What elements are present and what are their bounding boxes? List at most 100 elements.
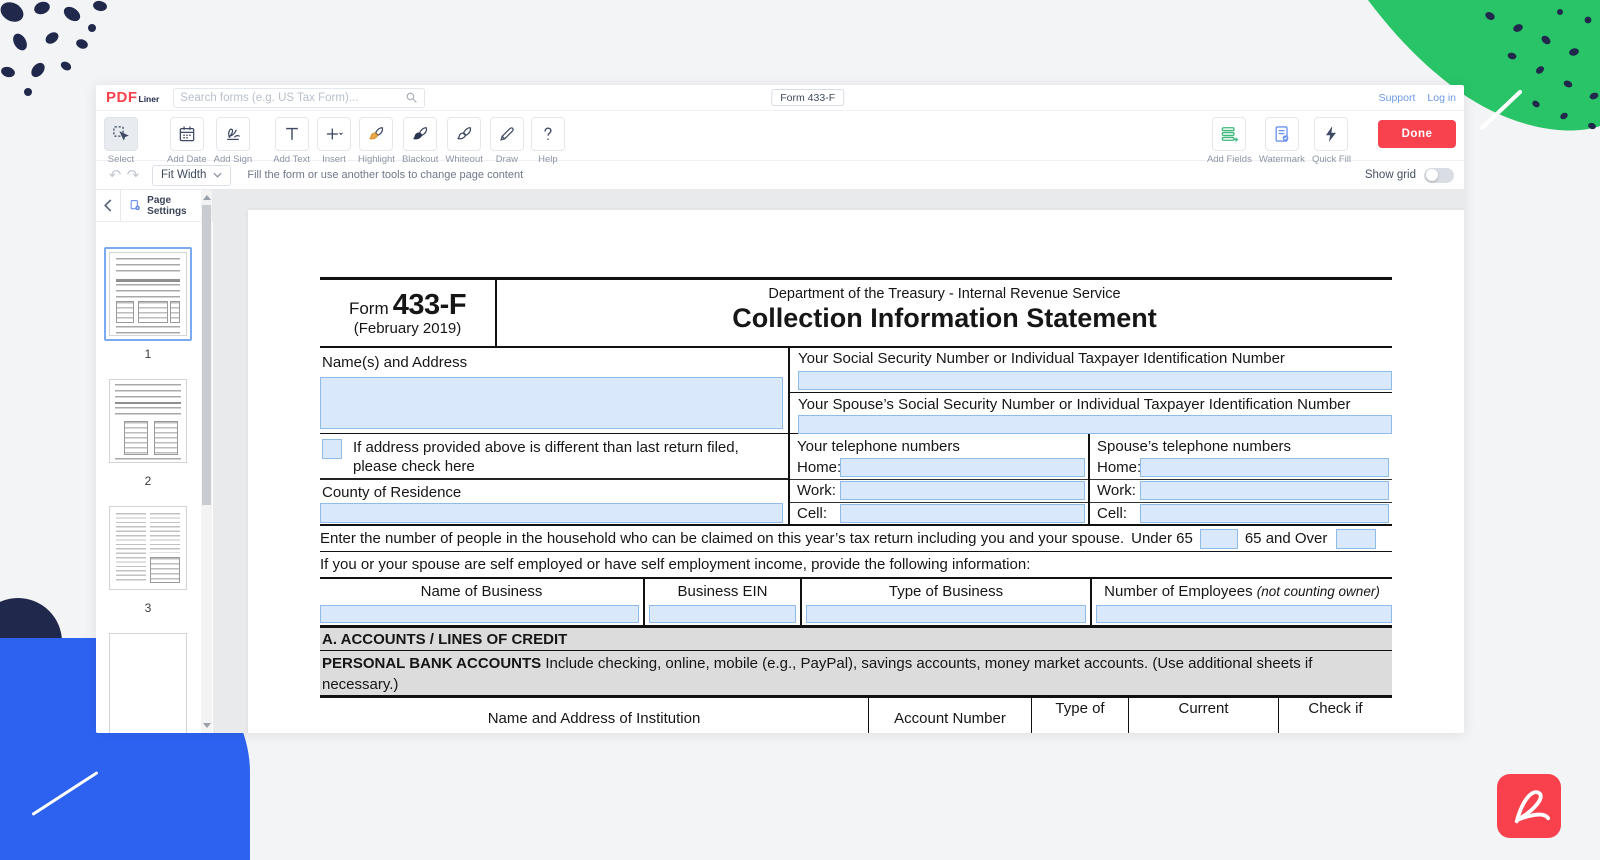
business-type-field[interactable] [806, 605, 1086, 623]
bank-table-header-row: Name and Address of Institution Account … [320, 698, 1392, 733]
your-cell-phone-field[interactable] [840, 504, 1085, 523]
chevron-left-icon [104, 199, 112, 212]
institution-header: Name and Address of Institution [320, 698, 868, 733]
page-thumbnail-1[interactable]: 1 [103, 247, 193, 374]
text-icon [282, 124, 302, 144]
form-433f: Form 433-F (February 2019) Department of… [320, 277, 1392, 733]
address-phones-row: If address provided above is different t… [320, 434, 1392, 526]
draw-button[interactable]: Draw [490, 117, 524, 165]
document-page: Form 433-F (February 2019) Department of… [248, 210, 1464, 733]
toolbar-right-group: Add Fields Watermark Quick Fill Done [1207, 117, 1456, 165]
under-65-field[interactable] [1200, 529, 1238, 549]
sub-toolbar: ↶ ↷ Fit Width Fill the form or use anoth… [96, 161, 1464, 190]
zoom-select[interactable]: Fit Width [152, 165, 231, 186]
watermark-icon [1272, 124, 1292, 144]
pdfliner-app-window: PDF Liner Form 433-F Support Log in Sele… [96, 85, 1464, 733]
county-field[interactable] [320, 503, 783, 523]
document-viewport: Form 433-F (February 2019) Department of… [213, 190, 1464, 733]
highlight-button[interactable]: Highlight [358, 117, 395, 165]
spouse-cell-phone-field[interactable] [1140, 504, 1389, 523]
content-area: Page Settings 1 [96, 190, 1464, 733]
panel-scrollbar[interactable] [201, 190, 212, 733]
personal-bank-accounts-note: PERSONAL BANK ACCOUNTS Include checking,… [320, 651, 1392, 698]
screen: PDF Liner Form 433-F Support Log in Sele… [0, 0, 1600, 860]
household-text: Enter the number of people in the househ… [320, 530, 1124, 547]
page-thumbnail-4[interactable] [103, 628, 193, 733]
watermark-button[interactable]: Watermark [1259, 117, 1305, 165]
business-table-fields [320, 604, 1392, 628]
business-type-header: Type of Business [800, 579, 1090, 604]
editor-hint-text: Fill the form or use another tools to ch… [247, 169, 523, 181]
logo-liner: Liner [139, 94, 160, 104]
search-icon[interactable] [405, 91, 418, 104]
zoom-value: Fit Width [161, 169, 206, 181]
page-number-3: 3 [145, 601, 152, 615]
department-line: Department of the Treasury - Internal Re… [497, 286, 1392, 302]
support-link[interactable]: Support [1379, 92, 1416, 104]
add-text-button[interactable]: Add Text [273, 117, 310, 165]
business-name-field[interactable] [320, 605, 639, 623]
undo-icon[interactable]: ↶ [106, 168, 124, 183]
toggle-knob [1426, 169, 1438, 181]
employees-field[interactable] [1096, 605, 1392, 623]
ssn-field[interactable] [798, 371, 1392, 390]
select-tool-button[interactable]: Select [104, 117, 138, 165]
spouse-home-phone-field[interactable] [1140, 458, 1389, 477]
business-name-header: Name of Business [320, 579, 643, 604]
ssn-label: Your Social Security Number or Individua… [790, 350, 1392, 371]
quick-fill-button[interactable]: Quick Fill [1312, 117, 1351, 165]
county-label: County of Residence [320, 480, 788, 503]
insert-button[interactable]: Insert [317, 117, 351, 165]
whiteout-button[interactable]: Whiteout [445, 117, 483, 165]
blackout-button[interactable]: Blackout [402, 117, 438, 165]
name-address-field[interactable] [320, 377, 783, 429]
add-fields-button[interactable]: Add Fields [1207, 117, 1252, 165]
help-button[interactable]: Help [531, 117, 565, 165]
signature-icon [223, 124, 243, 144]
page-settings-icon [129, 198, 142, 213]
question-icon [538, 124, 558, 144]
employees-header: Number of Employees (not counting owner) [1090, 579, 1392, 604]
scroll-down-arrow[interactable] [203, 723, 211, 728]
main-toolbar: Select Add Date Add Sign Add Text Insert [96, 111, 1464, 161]
your-phones-column: Your telephone numbers Home: Work: Cell: [790, 434, 1090, 524]
home-label: Home: [790, 459, 840, 476]
collapse-panel-button[interactable] [96, 190, 120, 221]
add-sign-button[interactable]: Add Sign [214, 117, 253, 165]
section-a-header: A. ACCOUNTS / LINES OF CREDIT [320, 628, 1392, 651]
page-settings-tab[interactable]: Page Settings [120, 190, 213, 221]
plus-chevron-icon [324, 124, 344, 144]
show-grid-label: Show grid [1365, 169, 1416, 181]
spouse-work-phone-field[interactable] [1140, 481, 1389, 500]
over-65-field[interactable] [1336, 529, 1376, 549]
done-button[interactable]: Done [1378, 120, 1456, 148]
page-thumbnail-3[interactable]: 3 [103, 501, 193, 628]
form-word: Form [349, 299, 389, 318]
search-input[interactable] [180, 92, 405, 104]
login-link[interactable]: Log in [1427, 92, 1456, 104]
cell-label: Cell: [790, 505, 840, 522]
redo-icon[interactable]: ↷ [124, 168, 142, 183]
scroll-up-arrow[interactable] [203, 195, 211, 200]
page-number-1: 1 [145, 347, 152, 361]
your-home-phone-field[interactable] [840, 458, 1085, 477]
adobe-pdf-icon [1506, 783, 1552, 829]
self-employed-row: If you or your spouse are self employed … [320, 552, 1392, 579]
document-tab[interactable]: Form 433-F [771, 89, 844, 106]
business-ein-field[interactable] [649, 605, 796, 623]
over-65-label: 65 and Over [1245, 530, 1328, 547]
pdfliner-logo[interactable]: PDF Liner [106, 89, 159, 106]
your-phones-label: Your telephone numbers [790, 434, 1088, 457]
scrollbar-thumb[interactable] [202, 205, 211, 505]
page-settings-label: Page Settings [147, 195, 204, 217]
show-grid-toggle[interactable] [1424, 168, 1454, 183]
page-thumbnail-2[interactable]: 2 [103, 374, 193, 501]
add-date-button[interactable]: Add Date [167, 117, 207, 165]
name-address-label: Name(s) and Address [320, 348, 788, 371]
your-work-phone-field[interactable] [840, 481, 1085, 500]
address-different-checkbox[interactable] [322, 439, 342, 459]
name-ssn-row: Name(s) and Address Your Social Security… [320, 348, 1392, 434]
current-header: Current [1128, 698, 1278, 733]
cell-label: Cell: [1090, 505, 1140, 522]
spouse-ssn-field[interactable] [798, 415, 1392, 434]
